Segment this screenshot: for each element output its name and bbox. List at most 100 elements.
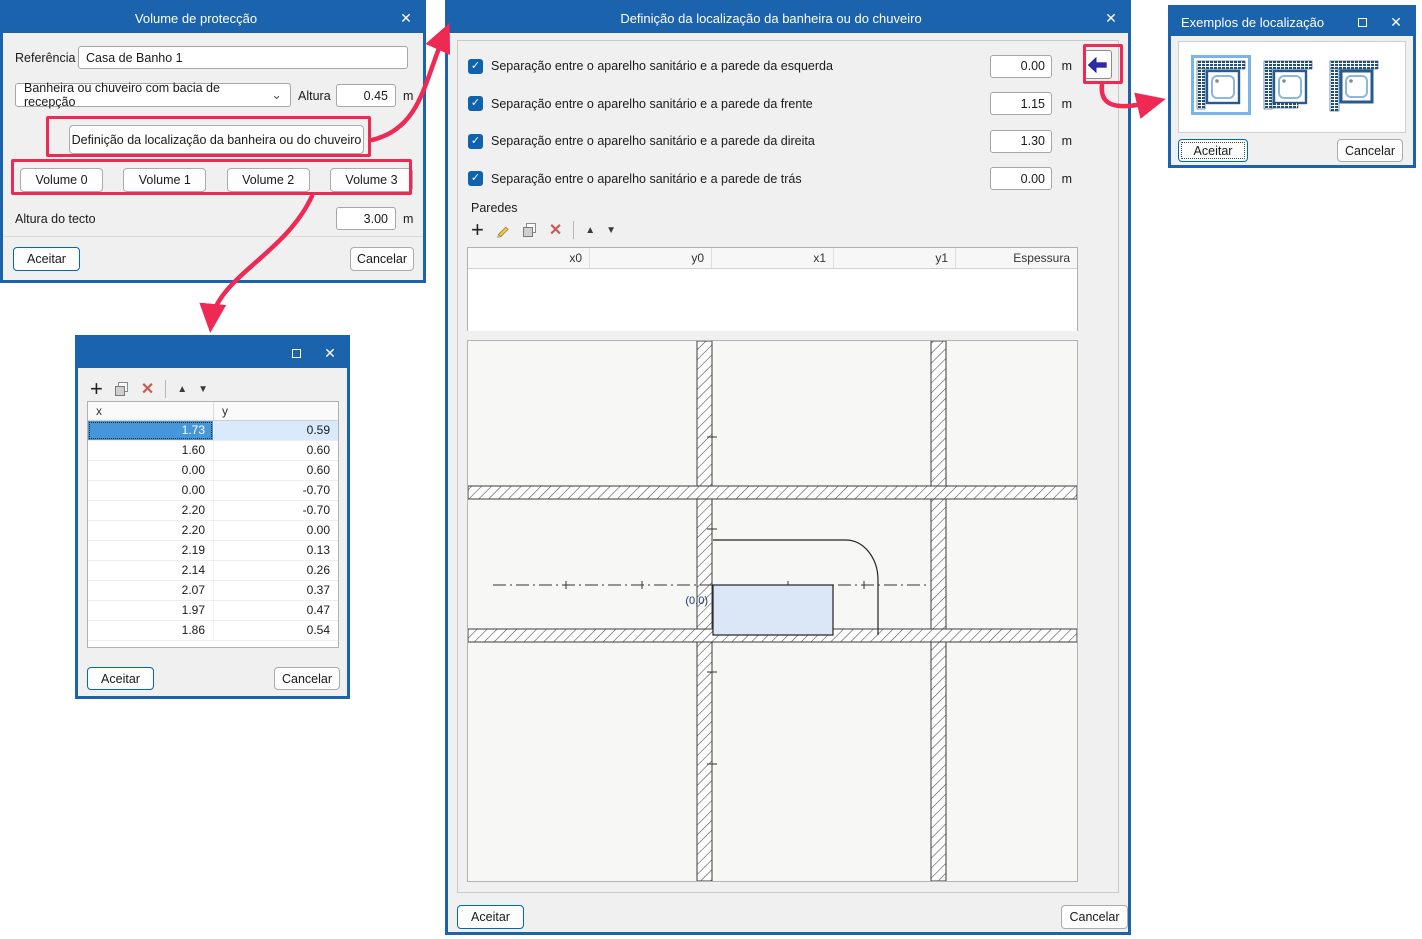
coords-table-row[interactable]: 2.20 -0.70: [88, 501, 338, 521]
separation-value-input[interactable]: 1.30: [990, 129, 1052, 153]
maximize-icon[interactable]: [1345, 8, 1379, 36]
cancel-button[interactable]: Cancelar: [350, 247, 414, 271]
accept-button[interactable]: Aceitar: [457, 905, 524, 929]
maximize-icon[interactable]: [279, 338, 313, 368]
ceiling-height-input[interactable]: 3.00: [336, 207, 396, 230]
walls-table: x0 y0 x1 y1 Espessura: [467, 247, 1078, 331]
cancel-button[interactable]: Cancelar: [274, 667, 340, 690]
move-down-icon[interactable]: ▼: [606, 225, 616, 236]
separation-value-input[interactable]: 0.00: [990, 54, 1052, 78]
altura-unit: m: [403, 89, 414, 103]
coords-cell[interactable]: 0.37: [213, 581, 338, 600]
coords-table-row[interactable]: 1.97 0.47: [88, 601, 338, 621]
walls-section-label: Paredes: [471, 201, 518, 215]
coords-table-row[interactable]: 2.14 0.26: [88, 561, 338, 581]
plan-preview-canvas: (0,0): [467, 340, 1078, 882]
coords-cell[interactable]: 0.00: [213, 521, 338, 540]
referencia-input[interactable]: Casa de Banho 1: [78, 46, 408, 69]
walls-column-header: y1: [833, 248, 955, 268]
coords-cell[interactable]: 0.59: [213, 421, 338, 440]
coords-cell[interactable]: 2.20: [88, 521, 213, 540]
copy-icon[interactable]: [114, 381, 130, 397]
coords-cell[interactable]: 1.60: [88, 441, 213, 460]
coords-cell[interactable]: 0.47: [213, 601, 338, 620]
coords-table-row[interactable]: 0.00 -0.70: [88, 481, 338, 501]
separation-value-input[interactable]: 0.00: [990, 167, 1052, 190]
altura-input[interactable]: 0.45: [336, 84, 396, 107]
separation-row: ✓ Separação entre o aparelho sanitário e …: [468, 54, 1114, 78]
coords-table-row[interactable]: 2.19 0.13: [88, 541, 338, 561]
separation-checkbox[interactable]: ✓: [468, 133, 483, 149]
screenshot-stage: Volume de protecção ✕ Referência Casa de…: [0, 0, 1422, 939]
coords-table-row[interactable]: 1.73 0.59: [88, 421, 338, 441]
add-icon[interactable]: +: [471, 219, 484, 241]
delete-icon[interactable]: ✕: [141, 379, 154, 399]
separation-checkbox[interactable]: ✓: [468, 96, 483, 111]
examples-back-button[interactable]: [1083, 50, 1112, 79]
coords-table-row[interactable]: 2.07 0.37: [88, 581, 338, 601]
bathtub-rect: [712, 584, 834, 636]
move-down-icon[interactable]: ▼: [198, 384, 208, 395]
definition-location-button[interactable]: Definição da localização da banheira ou …: [69, 125, 364, 154]
coords-cell[interactable]: 1.73: [88, 421, 213, 440]
close-icon[interactable]: ✕: [1379, 8, 1413, 36]
localization-example-3[interactable]: [1327, 58, 1381, 112]
coords-cell[interactable]: 0.60: [213, 461, 338, 480]
walls-table-header: x0 y0 x1 y1 Espessura: [468, 248, 1077, 269]
move-up-icon[interactable]: ▲: [585, 225, 595, 236]
volume-buttons-row: Volume 0 Volume 1 Volume 2 Volume 3: [20, 168, 413, 192]
separation-checkbox[interactable]: ✓: [468, 171, 483, 186]
coords-cell[interactable]: 0.54: [213, 621, 338, 640]
coords-cell[interactable]: 2.07: [88, 581, 213, 600]
edit-icon[interactable]: [495, 222, 511, 238]
cancel-button[interactable]: Cancelar: [1061, 905, 1128, 929]
localization-example-2[interactable]: [1261, 58, 1315, 112]
volume-0-button[interactable]: Volume 0: [20, 168, 103, 192]
coords-table-body: 1.73 0.59 1.60 0.60 0.00 0.60 0.00 -0.70 2.20 -0.…: [88, 421, 338, 641]
volume-3-button[interactable]: Volume 3: [329, 168, 413, 192]
unit-label: m: [1061, 96, 1072, 111]
altura-label: Altura: [298, 89, 331, 103]
volume-2-button[interactable]: Volume 2: [226, 168, 310, 192]
coords-cell[interactable]: 0.60: [213, 441, 338, 460]
location-dialog-panel: ✓ Separação entre o aparelho sanitário e …: [457, 40, 1119, 893]
coords-column-header: y: [213, 402, 338, 420]
device-type-select[interactable]: Banheira ou chuveiro com bacia de recepç…: [15, 81, 291, 109]
wall-vertical-right: [930, 340, 947, 882]
unit-label: m: [1061, 171, 1072, 186]
coords-cell[interactable]: 0.00: [88, 461, 213, 480]
separation-checkbox[interactable]: ✓: [468, 58, 483, 74]
coords-cell[interactable]: 2.20: [88, 501, 213, 520]
coordinates-dialog: ✕ + ✕ ▲ ▼ xy 1.73 0.59 1.60 0.60 0.00 0.60 0.0…: [75, 335, 350, 699]
separation-value-input[interactable]: 1.15: [990, 92, 1052, 115]
accept-button[interactable]: Aceitar: [87, 667, 154, 690]
cancel-button[interactable]: Cancelar: [1337, 139, 1403, 162]
coords-cell[interactable]: 2.19: [88, 541, 213, 560]
coords-cell[interactable]: -0.70: [213, 501, 338, 520]
coords-cell[interactable]: 2.14: [88, 561, 213, 580]
coords-table-row[interactable]: 1.86 0.54: [88, 621, 338, 641]
coords-cell[interactable]: -0.70: [213, 481, 338, 500]
accept-button[interactable]: Aceitar: [13, 247, 80, 271]
coords-table-row[interactable]: 1.60 0.60: [88, 441, 338, 461]
close-icon[interactable]: ✕: [389, 3, 423, 33]
coords-table-row[interactable]: 0.00 0.60: [88, 461, 338, 481]
close-icon[interactable]: ✕: [313, 338, 347, 368]
separation-row: ✓ Separação entre o aparelho sanitário e …: [468, 129, 1114, 153]
coords-table-row[interactable]: 2.20 0.00: [88, 521, 338, 541]
localization-example-1[interactable]: [1191, 55, 1251, 115]
coords-cell[interactable]: 0.00: [88, 481, 213, 500]
unit-label: m: [1061, 134, 1072, 148]
add-icon[interactable]: +: [90, 378, 103, 400]
move-up-icon[interactable]: ▲: [177, 384, 187, 395]
copy-icon[interactable]: [522, 222, 538, 238]
coords-cell[interactable]: 1.97: [88, 601, 213, 620]
toolbar-separator: [165, 380, 167, 398]
delete-icon[interactable]: ✕: [549, 220, 562, 240]
coords-cell[interactable]: 1.86: [88, 621, 213, 640]
volume-1-button[interactable]: Volume 1: [123, 168, 207, 192]
close-icon[interactable]: ✕: [1094, 3, 1128, 33]
accept-button[interactable]: Aceitar: [1178, 139, 1248, 162]
coords-cell[interactable]: 0.26: [213, 561, 338, 580]
coords-cell[interactable]: 0.13: [213, 541, 338, 560]
